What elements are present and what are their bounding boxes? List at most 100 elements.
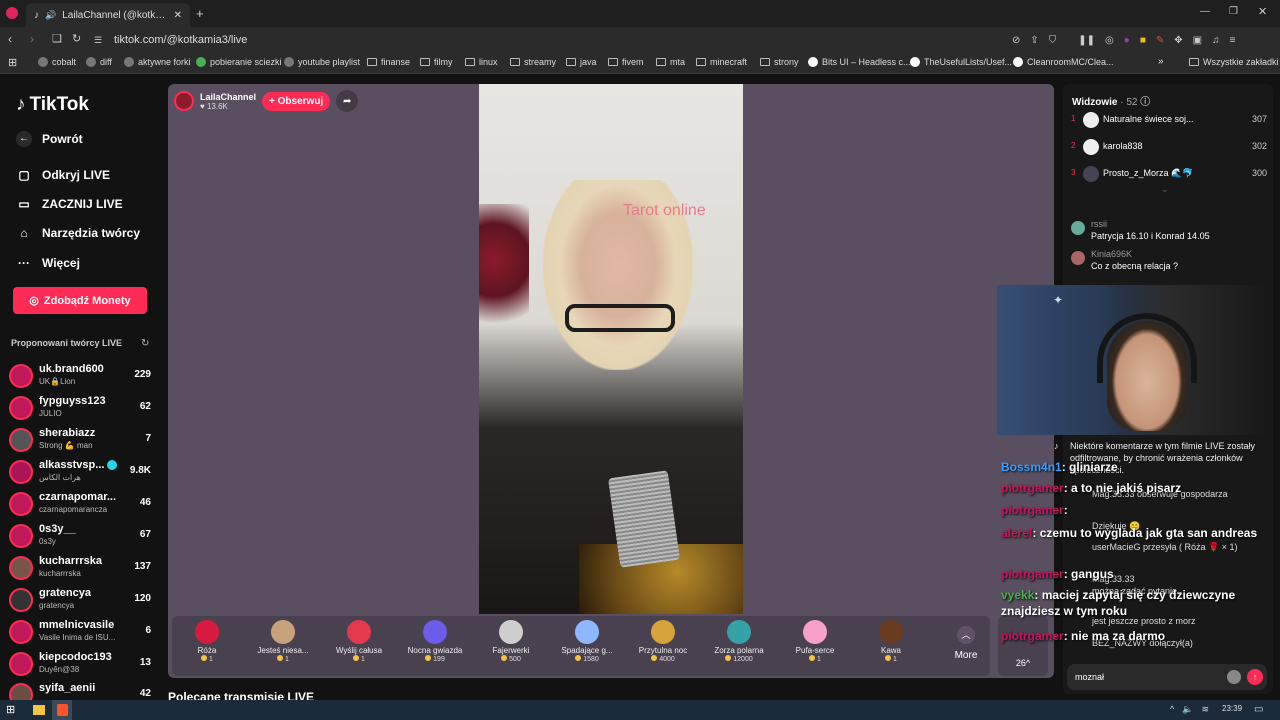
extension-icon[interactable]: ■ (1140, 35, 1146, 46)
nav-more[interactable]: ··· Więcej (16, 256, 80, 270)
expand-icon[interactable]: ⌄ (1161, 184, 1169, 195)
creator-item[interactable]: sherabiazz Strong 💪 man 7 (9, 425, 151, 455)
shield-icon[interactable]: ⛉ (1049, 35, 1057, 46)
live-stream-player[interactable]: Tarot online LailaChannel ♥ 13.6K + Obse… (168, 84, 1054, 678)
top-viewer[interactable]: 2 karola838 302 (1071, 137, 1267, 157)
bookmark-item[interactable]: aktywne forki (124, 57, 191, 67)
gift-item[interactable]: Spadające g... 1580 (552, 620, 622, 663)
host-avatar[interactable] (174, 91, 194, 111)
bookmark-item[interactable]: Bits UI – Headless c... (808, 57, 911, 67)
bookmark-folder[interactable]: mta (656, 57, 685, 67)
extension-icon[interactable]: ◎ (1105, 35, 1114, 46)
puzzle-icon[interactable]: ✥ (1174, 35, 1182, 46)
get-coins-button[interactable]: ◎ Zdobądź Monety (13, 287, 147, 314)
gift-item[interactable]: Nocna gwiazda 199 (400, 620, 470, 663)
back-button[interactable]: ← Powrót (16, 131, 83, 147)
volume-icon[interactable]: 🔈 (1182, 704, 1193, 715)
reader-icon[interactable]: ⊘ (1012, 35, 1020, 46)
close-window-icon[interactable]: ✕ (1258, 5, 1267, 18)
gift-item[interactable]: Fajerwerki 500 (476, 620, 546, 663)
menu-icon[interactable]: ≡ (1230, 35, 1236, 46)
creator-item[interactable]: alkasstvsp... هرات الكاس 9.8K (9, 457, 151, 487)
creator-item[interactable]: uk.brand600 UK🔒Lion 229 (9, 361, 151, 391)
tiktok-logo[interactable]: ♪ TikTok (16, 94, 89, 116)
file-explorer-icon[interactable] (33, 705, 45, 715)
gift-item[interactable]: Przytulna noc 4000 (628, 620, 698, 663)
host-name[interactable]: LailaChannel (200, 92, 256, 102)
browser-taskbar-icon[interactable] (52, 700, 72, 720)
start-icon[interactable]: ⊞ (6, 703, 20, 717)
clock[interactable]: 23:39 (1222, 704, 1242, 713)
extension-icon[interactable]: ● (1124, 35, 1130, 46)
bookmark-item[interactable]: pobieranie sciezki (196, 57, 282, 67)
creator-item[interactable]: kucharrrska kucharrrska 137 (9, 553, 151, 583)
bookmark-item[interactable]: diff (86, 57, 112, 67)
bookmark-item[interactable]: youtube playlist (284, 57, 360, 67)
top-viewer[interactable]: 1 Naturalne świece soj... 307 (1071, 110, 1267, 130)
top-viewer[interactable]: 3 Prosto_z_Morza 🌊🐬 300 (1071, 164, 1267, 184)
more-gifts-button[interactable]: ︿ More (942, 626, 990, 661)
bookmark-item[interactable]: cobalt (38, 57, 76, 67)
creator-item[interactable]: czarnapomar... czarnapomarancza 46 (9, 489, 151, 519)
network-icon[interactable]: ≋ (1201, 704, 1209, 715)
send-button[interactable]: ↑ (1247, 669, 1263, 685)
refresh-icon[interactable]: ↻ (141, 338, 149, 349)
nav-creator-tools[interactable]: ⌂ Narzędzia twórcy (16, 226, 140, 240)
sidebar-icon[interactable]: ▣ (1193, 35, 1202, 46)
creator-item[interactable]: fypguyss123 JULIO 62 (9, 393, 151, 423)
site-settings-icon[interactable]: ☰ (94, 31, 102, 49)
apps-icon[interactable]: ⊞ (8, 56, 17, 69)
bookmark-folder[interactable]: fivem (608, 57, 644, 67)
extension-icon[interactable]: ✎ (1156, 35, 1164, 46)
playlist-icon[interactable]: ♫ (1212, 35, 1220, 46)
more-bookmarks-icon[interactable]: » (1158, 56, 1164, 67)
notifications-icon[interactable]: ▭ (1254, 704, 1263, 715)
share-icon[interactable]: ⇪ (1030, 35, 1038, 46)
forward-icon[interactable]: › (30, 32, 34, 46)
bookmark-item[interactable]: TheUsefulLists/Usef... (910, 57, 1012, 67)
gift-item[interactable]: Zorza polarna 12000 (704, 620, 774, 663)
follow-button[interactable]: + Obserwuj (262, 91, 331, 111)
bookmark-folder[interactable]: minecraft (696, 57, 747, 67)
gift-item[interactable]: Kawa 1 (856, 620, 926, 663)
back-icon[interactable]: ‹ (8, 32, 12, 46)
bookmark-folder[interactable]: filmy (420, 57, 453, 67)
nav-start-live[interactable]: ▭ ZACZNIJ LIVE (16, 197, 122, 211)
gift-item[interactable]: Wyślij całusa 1 (324, 620, 394, 663)
gift-item[interactable]: Pufa-serce 1 (780, 620, 850, 663)
gift-item[interactable]: Jesteś niesa... 1 (248, 620, 318, 663)
comment-user[interactable]: Kinia696K (1091, 249, 1132, 259)
gift-item[interactable]: Róża 1 (172, 620, 242, 663)
comment-user[interactable]: rssii (1091, 219, 1107, 229)
bookmark-folder[interactable]: strony (760, 57, 799, 67)
bookmark-icon[interactable]: ❑ (52, 32, 62, 45)
bookmark-item[interactable]: CleanroomMC/Clea... (1013, 57, 1114, 67)
browser-logo-icon[interactable] (6, 7, 18, 19)
chat-input[interactable] (1075, 669, 1215, 685)
video-frame[interactable]: Tarot online (479, 84, 743, 614)
creator-item[interactable]: mmelnicvasile Vasile Inima de ISU... 6 (9, 617, 151, 647)
url-field[interactable]: ☰ tiktok.com/@kotkamia3/live (92, 31, 992, 49)
creator-item[interactable]: syifa_aenii 42 (9, 680, 151, 700)
browser-tab[interactable]: ♪ 🔊 LailaChannel (@kotkamia3) p ✕ (26, 3, 190, 27)
bookmark-folder[interactable]: finanse (367, 57, 410, 67)
creator-item[interactable]: kiepcodoc193 Duyên@38 13 (9, 649, 151, 679)
bookmark-folder[interactable]: streamy (510, 57, 556, 67)
close-tab-icon[interactable]: ✕ (174, 10, 182, 21)
reload-icon[interactable]: ↻ (72, 32, 81, 45)
creator-item[interactable]: 0s3y__ 0s3y 67 (9, 521, 151, 551)
chevron-up-icon[interactable]: ^ (1170, 704, 1174, 715)
bookmark-folder[interactable]: java (566, 57, 597, 67)
nav-discover-live[interactable]: ▢ Odkryj LIVE (16, 168, 110, 182)
info-icon[interactable]: ⓘ (1140, 97, 1150, 108)
speaker-icon[interactable]: 🔊 (45, 10, 56, 21)
restore-icon[interactable]: ❐ (1229, 6, 1238, 17)
creator-item[interactable]: gratencya gratencya 120 (9, 585, 151, 615)
emoji-icon[interactable] (1227, 670, 1241, 684)
minimize-icon[interactable]: — (1200, 6, 1210, 17)
pause-icon[interactable]: ❚❚ (1078, 35, 1095, 46)
new-tab-button[interactable]: + (196, 6, 204, 21)
share-button[interactable]: ➦ (336, 90, 359, 112)
all-bookmarks[interactable]: Wszystkie zakładki (1189, 57, 1279, 67)
bookmark-folder[interactable]: linux (465, 57, 498, 67)
